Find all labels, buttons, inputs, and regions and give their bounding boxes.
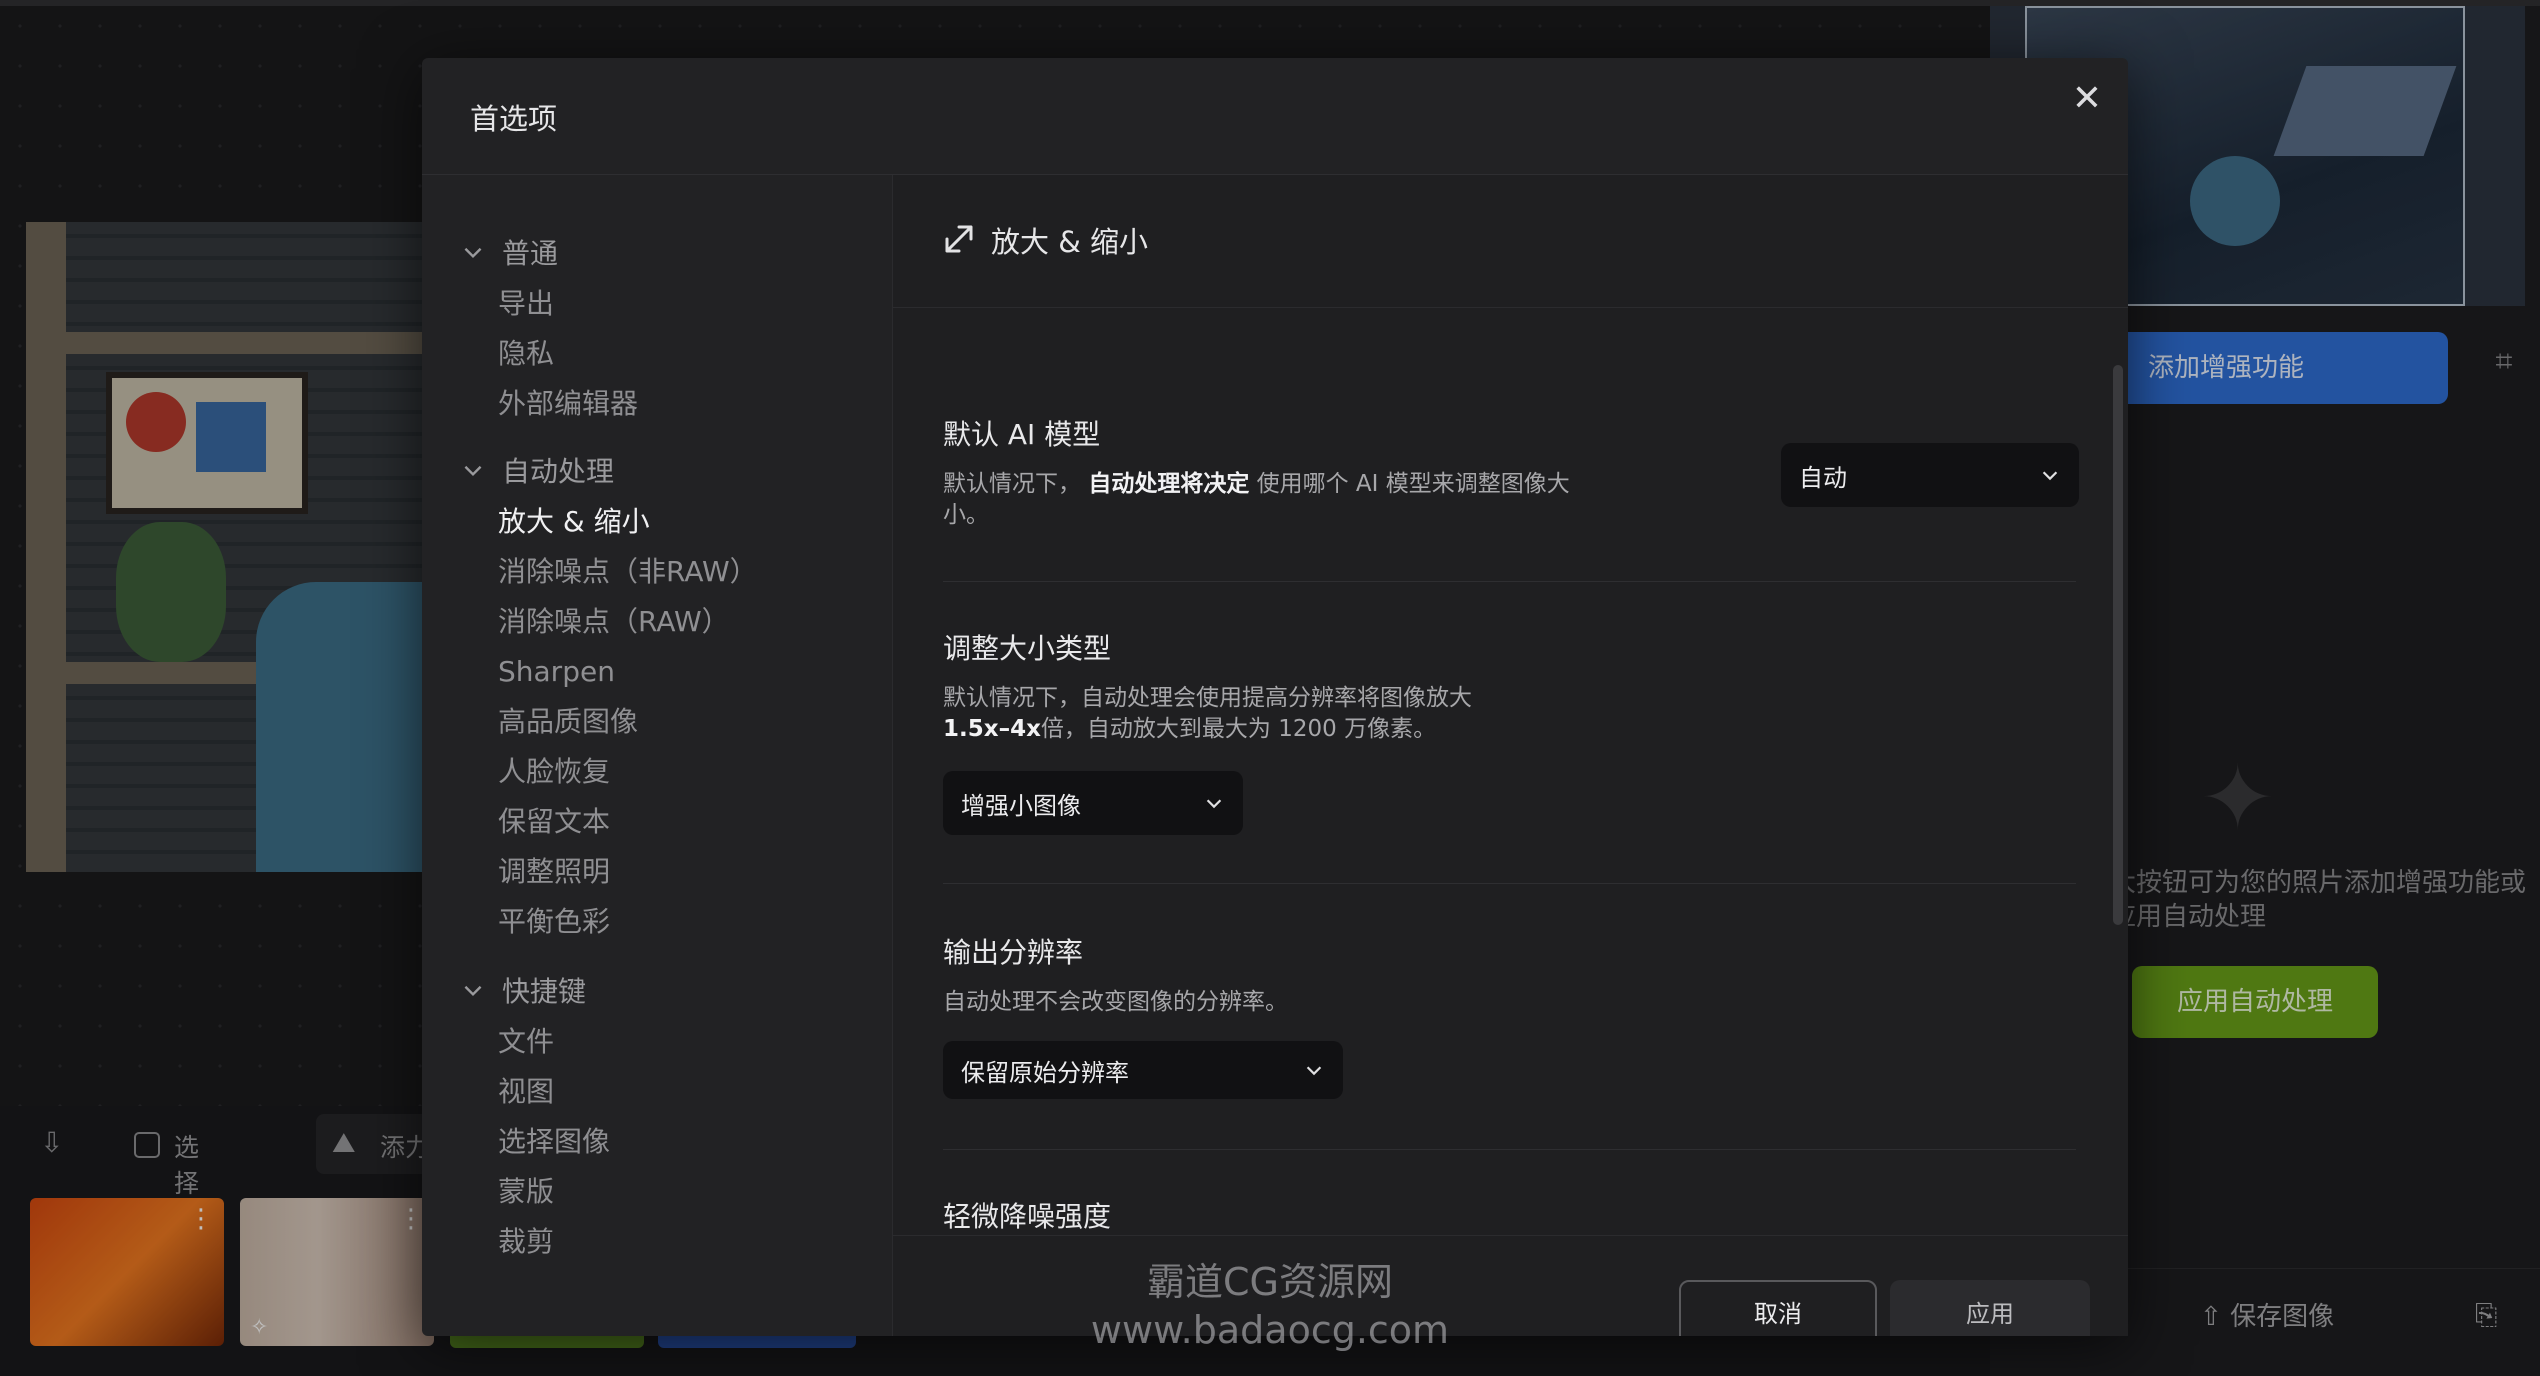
nav-item-adjust-lighting[interactable]: 调整照明: [498, 852, 610, 892]
nav-item-upscale-downscale[interactable]: 放大 & 缩小: [498, 502, 650, 542]
nav-item-face-recovery[interactable]: 人脸恢复: [498, 752, 610, 792]
nav-item-mask[interactable]: 蒙版: [498, 1172, 554, 1212]
watermark-line1: 霸道CG资源网: [1147, 1260, 1393, 1304]
nav-item-export[interactable]: 导出: [498, 284, 554, 324]
chevron-down-icon: [1306, 1066, 1322, 1076]
resize-arrows-icon: [945, 225, 973, 253]
nav-item-denoise-non-raw[interactable]: 消除噪点（非RAW）: [498, 552, 758, 592]
cancel-button[interactable]: 取消: [1679, 1280, 1877, 1336]
nav-group-label: 自动处理: [502, 455, 615, 488]
section-desc-output-resolution: 自动处理不会改变图像的分辨率。: [943, 989, 1288, 1015]
nav-group-general[interactable]: 普通: [460, 232, 558, 272]
chevron-down-icon: [464, 465, 482, 477]
nav-item-privacy[interactable]: 隐私: [498, 334, 554, 374]
nav-item-balance-color[interactable]: 平衡色彩: [498, 902, 610, 942]
close-icon[interactable]: ✕: [2064, 76, 2110, 122]
nav-item-high-quality[interactable]: 高品质图像: [498, 702, 638, 742]
section-title-output-resolution: 输出分辨率: [943, 936, 1084, 969]
content-scrollbar[interactable]: [2113, 365, 2123, 925]
nav-item-file[interactable]: 文件: [498, 1022, 554, 1062]
apply-button[interactable]: 应用: [1890, 1280, 2090, 1336]
divider: [943, 883, 2076, 884]
section-title-denoise-strength: 轻微降噪强度: [943, 1200, 1112, 1233]
nav-item-denoise-raw[interactable]: 消除噪点（RAW）: [498, 602, 730, 642]
dropdown-value: 自动: [1799, 463, 1847, 492]
content-title: 放大 & 缩小: [991, 225, 1149, 259]
dialog-footer: 取消 应用: [893, 1235, 2128, 1336]
settings-content: 放大 & 缩小 默认 AI 模型 默认情况下， 自动处理将决定 使用哪个 AI …: [893, 175, 2128, 1336]
section-desc-ai-model: 默认情况下， 自动处理将决定 使用哪个 AI 模型来调整图像大小。: [943, 471, 1570, 528]
nav-item-sharpen[interactable]: Sharpen: [498, 652, 615, 692]
divider: [943, 581, 2076, 582]
chevron-down-icon: [1206, 799, 1222, 809]
nav-item-crop[interactable]: 裁剪: [498, 1222, 554, 1262]
dropdown-value: 保留原始分辨率: [961, 1058, 1129, 1087]
watermark: 霸道CG资源网 www.badaocg.com: [1080, 1258, 1460, 1354]
nav-item-view[interactable]: 视图: [498, 1072, 554, 1112]
dialog-title: 首选项: [470, 102, 558, 136]
chevron-down-icon: [464, 985, 482, 997]
watermark-line2: www.badaocg.com: [1090, 1308, 1450, 1352]
section-desc-resize-type: 默认情况下，自动处理会使用提高分辨率将图像放大 1.5x–4x倍，自动放大到最大…: [943, 685, 1472, 742]
nav-group-label: 普通: [502, 237, 559, 270]
nav-item-external-editor[interactable]: 外部编辑器: [498, 384, 638, 424]
section-title-resize-type: 调整大小类型: [943, 632, 1112, 665]
nav-group-shortcuts[interactable]: 快捷键: [460, 970, 586, 1010]
divider: [943, 1149, 2076, 1150]
resize-type-dropdown[interactable]: 增强小图像: [943, 771, 1243, 835]
ai-model-dropdown[interactable]: 自动: [1781, 443, 2079, 507]
chevron-down-icon: [2042, 471, 2058, 481]
nav-item-preserve-text[interactable]: 保留文本: [498, 802, 610, 842]
chevron-down-icon: [464, 247, 482, 259]
content-header: 放大 & 缩小: [893, 175, 2128, 308]
output-resolution-dropdown[interactable]: 保留原始分辨率: [943, 1041, 1343, 1099]
nav-group-label: 快捷键: [502, 975, 587, 1008]
section-title-ai-model: 默认 AI 模型: [943, 418, 1101, 451]
nav-group-auto-process[interactable]: 自动处理: [460, 450, 614, 490]
preferences-dialog: 首选项 ✕ 普通 导出 隐私 外部编辑器 自动处理 放大 & 缩小 消除噪点（非…: [422, 58, 2128, 1336]
nav-item-select-image[interactable]: 选择图像: [498, 1122, 610, 1162]
dropdown-value: 增强小图像: [961, 791, 1081, 820]
